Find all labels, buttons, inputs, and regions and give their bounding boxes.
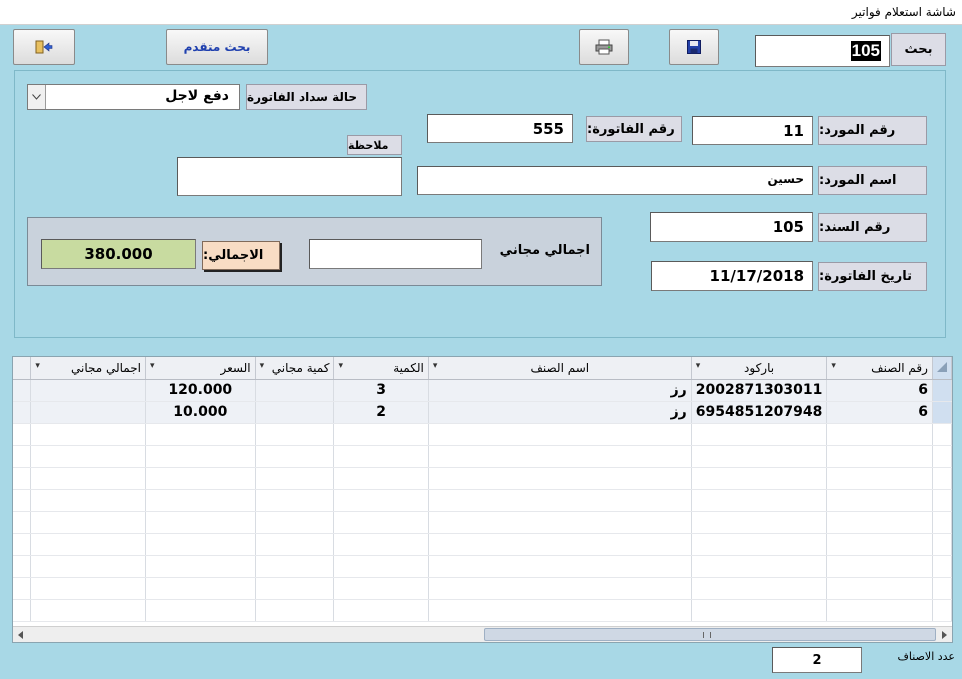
supplier-name-label: اسم المورد: <box>818 166 927 195</box>
save-icon <box>687 40 701 54</box>
sort-arrow-icon[interactable]: ▾ <box>433 361 438 371</box>
grid-select-all-corner[interactable] <box>932 357 953 380</box>
sort-arrow-icon[interactable]: ▾ <box>338 361 343 371</box>
cell-item-name[interactable]: رز <box>428 379 692 402</box>
sort-arrow-icon[interactable]: ▾ <box>260 361 265 371</box>
empty-row <box>13 577 953 600</box>
cell-free-qty[interactable] <box>255 401 335 424</box>
search-input[interactable]: 105 <box>755 35 890 67</box>
exit-button[interactable] <box>13 29 75 65</box>
items-grid[interactable]: ▾ اجمالي مجاني ▾ السعر ▾ كمية مجاني ▾ الكمية… <box>12 356 953 643</box>
empty-row <box>13 555 953 578</box>
cell-item-no[interactable]: 6 <box>826 401 933 424</box>
column-header-item-name[interactable]: ▾ اسم الصنف <box>428 357 692 380</box>
column-header-free-qty[interactable]: ▾ كمية مجاني <box>255 357 335 380</box>
window-title: شاشة استعلام فواتير <box>851 5 956 19</box>
empty-row <box>13 533 953 556</box>
items-table: ▾ اجمالي مجاني ▾ السعر ▾ كمية مجاني ▾ الكمية… <box>13 357 953 622</box>
sort-arrow-icon[interactable]: ▾ <box>831 361 836 371</box>
supplier-number-field[interactable]: 11 <box>692 116 813 145</box>
cell-free-total[interactable] <box>30 401 146 424</box>
scroll-thumb[interactable] <box>484 628 936 641</box>
grip-icon <box>703 632 711 638</box>
supplier-name-field[interactable]: حسين <box>417 166 813 195</box>
payment-status-value: دفع لاجل <box>165 88 229 104</box>
search-label: بحث <box>891 33 946 66</box>
total-value-field: 380.000 <box>41 239 196 269</box>
empty-row <box>13 423 953 446</box>
empty-row <box>13 599 953 622</box>
table-row[interactable]: 10.000 2 رز 6954851207948 6 <box>13 401 953 424</box>
sort-arrow-icon[interactable]: ▾ <box>150 361 155 371</box>
note-field[interactable] <box>177 157 402 196</box>
advanced-search-button[interactable]: بحث متقدم <box>166 29 268 65</box>
search-input-value: 105 <box>850 41 881 61</box>
payment-status-select[interactable]: دفع لاجل <box>27 84 240 110</box>
invoice-date-label: تاريخ الفاتورة: <box>818 262 927 291</box>
cell-item-name[interactable]: رز <box>428 401 692 424</box>
cell-price[interactable]: 10.000 <box>145 401 256 424</box>
voucher-number-label: رقم السند: <box>818 213 927 242</box>
invoice-details-panel <box>14 70 946 338</box>
scroll-right-icon[interactable] <box>937 628 951 641</box>
total-label: الاجمالي: <box>202 241 280 270</box>
cell-barcode[interactable]: 2002871303011 <box>691 379 828 402</box>
invoice-number-field[interactable]: 555 <box>427 114 573 143</box>
row-selector[interactable] <box>932 401 953 424</box>
sort-arrow-icon[interactable]: ▾ <box>35 361 40 371</box>
cell-free-qty[interactable] <box>255 379 335 402</box>
select-all-icon <box>936 361 947 372</box>
exit-icon <box>35 40 53 54</box>
cell-qty[interactable]: 2 <box>333 401 429 424</box>
title-bar: شاشة استعلام فواتير <box>0 0 962 25</box>
cell-barcode[interactable]: 6954851207948 <box>691 401 828 424</box>
cell-price[interactable]: 120.000 <box>145 379 256 402</box>
empty-row <box>13 489 953 512</box>
save-button[interactable] <box>669 29 719 65</box>
horizontal-scrollbar[interactable] <box>13 626 952 642</box>
table-row[interactable]: 120.000 3 رز 2002871303011 6 <box>13 379 953 402</box>
sort-arrow-icon[interactable]: ▾ <box>696 361 701 371</box>
voucher-number-field[interactable]: 105 <box>650 212 813 242</box>
cell-item-no[interactable]: 6 <box>826 379 933 402</box>
print-button[interactable] <box>579 29 629 65</box>
column-header-barcode[interactable]: ▾ باركود <box>691 357 828 380</box>
column-header-price[interactable]: ▾ السعر <box>145 357 256 380</box>
payment-status-label: حالة سداد الفاتورة <box>246 84 367 110</box>
invoice-number-label: رقم الفاتورة: <box>586 116 682 142</box>
empty-row <box>13 511 953 534</box>
supplier-number-label: رقم المورد: <box>818 116 927 145</box>
invoice-date-field[interactable]: 11/17/2018 <box>651 261 813 291</box>
items-count-label: عدد الاصناف <box>897 650 955 663</box>
cell-qty[interactable]: 3 <box>333 379 429 402</box>
row-selector[interactable] <box>932 379 953 402</box>
note-label: ملاحظة <box>347 135 402 155</box>
column-header-free-total[interactable]: ▾ اجمالي مجاني <box>30 357 146 380</box>
printer-icon <box>595 39 613 55</box>
free-total-label: اجمالي مجاني <box>499 243 590 258</box>
column-header-qty[interactable]: ▾ الكمية <box>333 357 429 380</box>
items-count-field: 2 <box>772 647 862 673</box>
cell-free-total[interactable] <box>30 379 146 402</box>
empty-row <box>13 445 953 468</box>
empty-row <box>13 467 953 490</box>
dropdown-arrow-icon[interactable] <box>28 85 46 109</box>
column-header-item-no[interactable]: ▾ رقم الصنف <box>826 357 933 380</box>
grid-left-corner <box>13 357 32 380</box>
scroll-left-icon[interactable] <box>14 628 28 641</box>
free-total-field[interactable] <box>309 239 482 269</box>
